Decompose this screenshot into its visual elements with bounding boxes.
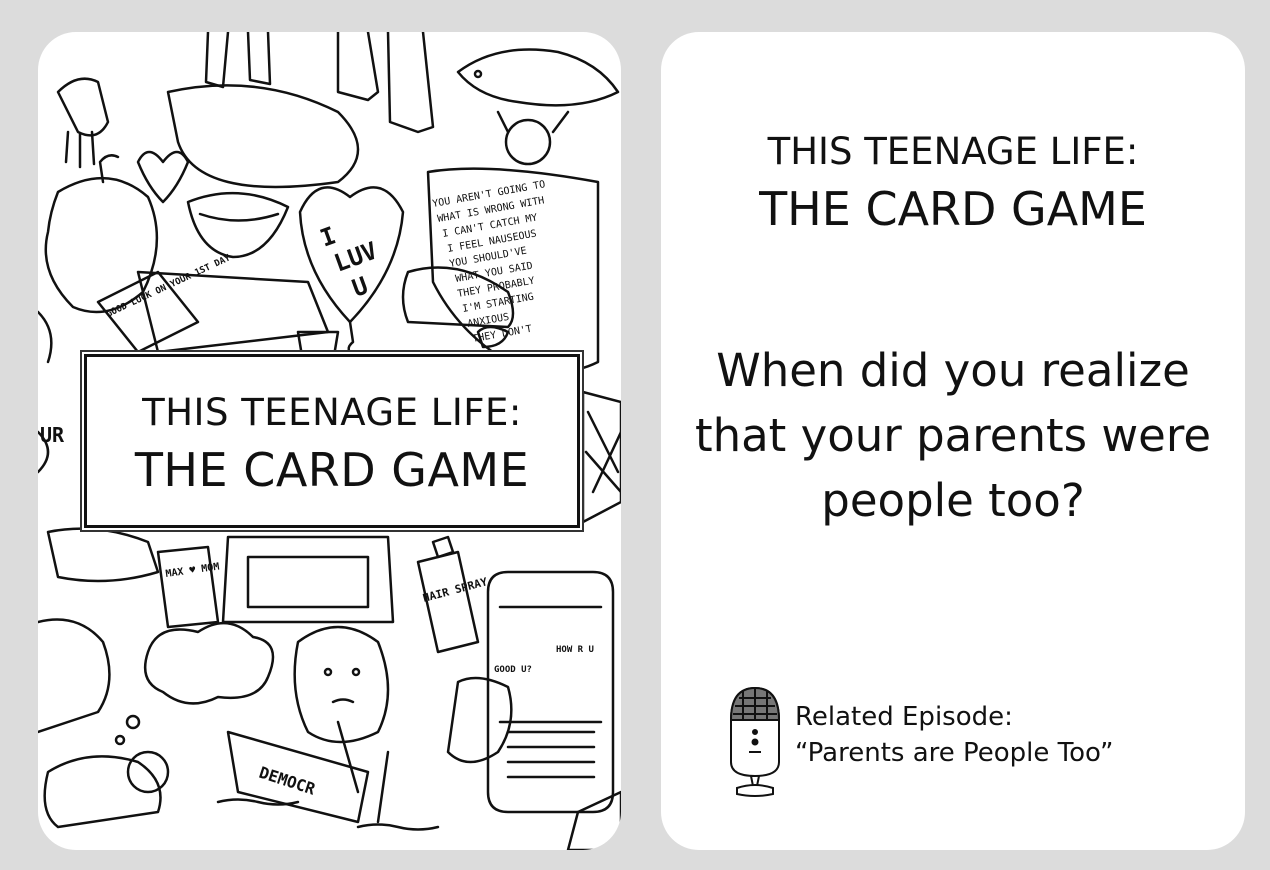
- chat-reply-text: GOOD U?: [494, 665, 532, 675]
- boat-text: DEMOCR: [257, 763, 318, 799]
- back-title-line2: THE CARD GAME: [759, 182, 1147, 236]
- episode-title: “Parents are People Too”: [795, 738, 1114, 768]
- microphone-icon: [729, 686, 781, 797]
- edge-text: UR: [40, 423, 65, 447]
- front-card: YOU AREN'T GOING TO WHAT IS WRONG WITH I…: [38, 32, 621, 850]
- back-title-line1: THIS TEENAGE LIFE:: [767, 130, 1139, 173]
- chat-bubble-text: HOW R U: [556, 645, 594, 655]
- question-text: When did you realize that your parents w…: [694, 344, 1212, 527]
- balloon-text-u: U: [348, 271, 371, 302]
- back-card: THIS TEENAGE LIFE: THE CARD GAME When di…: [661, 32, 1245, 850]
- note-text: GOOD LUCK ON YOUR 1ST DAY: [105, 253, 233, 320]
- balloon-text-luv: LUV: [330, 236, 380, 277]
- front-title-line1: THIS TEENAGE LIFE:: [142, 391, 522, 434]
- balloon-text-i: I: [316, 221, 339, 252]
- episode-label: Related Episode:: [795, 702, 1013, 732]
- hairspray-text: HAIR SPRAY: [421, 575, 489, 605]
- front-title-line2: THE CARD GAME: [134, 443, 530, 497]
- front-title-box: THIS TEENAGE LIFE: THE CARD GAME: [84, 354, 580, 528]
